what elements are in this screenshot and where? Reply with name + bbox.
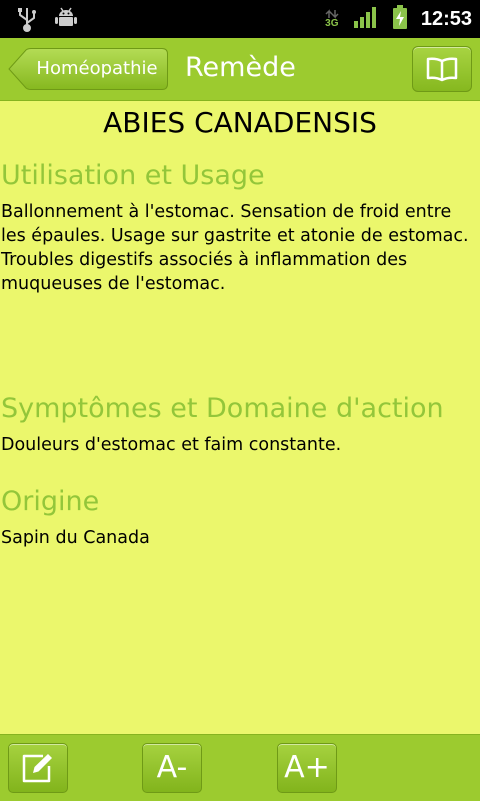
section-text-symptoms: Douleurs d'estomac et faim constante. (1, 435, 342, 455)
status-right: 3G 12:53 (323, 0, 472, 38)
decrease-font-button[interactable]: A- (142, 743, 202, 793)
book-icon (426, 57, 458, 82)
section-text-origin: Sapin du Canada (1, 528, 150, 548)
status-time: 12:53 (420, 7, 472, 30)
title-bar: Homéopathie Remède (0, 38, 480, 101)
book-button[interactable] (412, 46, 472, 92)
increase-font-button[interactable]: A+ (277, 743, 337, 793)
bottom-toolbar: A- A+ (0, 734, 480, 801)
status-left (16, 6, 78, 36)
data-transfer-icon: 3G (323, 9, 341, 29)
android-debug-icon (54, 6, 78, 36)
status-bar: 3G 12:53 (0, 0, 480, 38)
section-title-symptoms: Symptômes et Domaine d'action (1, 393, 444, 424)
section-title-origin: Origine (1, 486, 100, 517)
signal-icon (353, 5, 379, 33)
usb-icon (16, 6, 38, 36)
remedy-content: ABIES CANADENSIS Utilisation et Usage Ba… (0, 100, 480, 734)
remedy-name: ABIES CANADENSIS (103, 106, 377, 139)
section-title-usage: Utilisation et Usage (1, 160, 265, 191)
back-button-label: Homéopathie (36, 58, 158, 79)
battery-charging-icon (391, 4, 409, 34)
section-text-usage: Ballonnement à l'estomac. Sensation de f… (1, 202, 469, 294)
back-button[interactable]: Homéopathie (8, 48, 168, 90)
edit-button[interactable] (8, 743, 68, 793)
network-type-label: 3G (325, 18, 339, 29)
edit-icon (22, 754, 52, 783)
screen-title: Remède (185, 52, 296, 83)
